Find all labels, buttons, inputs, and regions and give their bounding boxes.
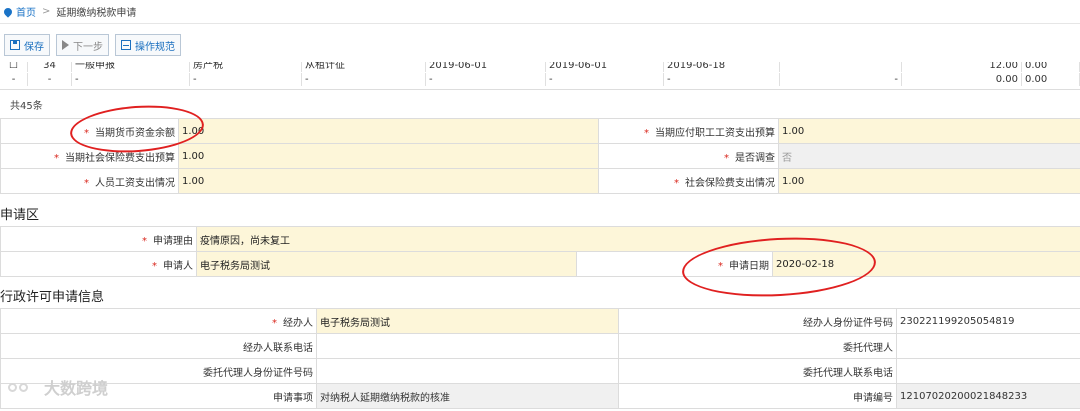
grid-cell: 一般申报 (72, 62, 190, 72)
breadcrumb: 首页 > 延期缴纳税款申请 (0, 0, 1080, 24)
grid-cell: 0.00 (1022, 73, 1080, 86)
handler-field[interactable]: 电子税务局测试 (316, 308, 619, 334)
grid-cell: - (426, 73, 546, 86)
grid-cell: 2019-06-01 (546, 62, 664, 72)
application-section-title: 申请区 (0, 208, 40, 223)
handler-id-label: 经办人身份证件号码 (618, 308, 897, 334)
agent-label: 委托代理人 (618, 333, 897, 359)
wage-budget-field[interactable]: 1.00 (778, 118, 1080, 144)
agent-field[interactable] (896, 333, 1080, 359)
grid-cell: 2019-06-18 (664, 62, 780, 72)
save-button[interactable]: 保存 (4, 34, 50, 56)
guide-icon (121, 40, 131, 50)
watermark-text: 大数跨境 (44, 379, 109, 398)
grid-cell: 2019-06-01 (426, 62, 546, 72)
save-button-label: 保存 (24, 41, 44, 53)
tax-data-grid[interactable]: ☐ 34 一般申报 房产税 从租计征 2019-06-01 2019-06-01… (0, 62, 1080, 90)
social-expense-field[interactable]: 1.00 (778, 168, 1080, 194)
grid-cell: - (72, 73, 190, 86)
breadcrumb-separator: > (42, 6, 51, 17)
grid-cell: 12.00 (902, 62, 1022, 72)
handler-phone-field[interactable] (316, 333, 619, 359)
grid-cell: - (302, 73, 426, 86)
wage-expense-field[interactable]: 1.00 (178, 168, 599, 194)
applicant-label: * 申请人 (0, 251, 197, 277)
social-budget-label: * 当期社会保险费支出预算 (0, 143, 179, 169)
application-form: * 申请理由 疫情原因，尚未复工 * 申请人 电子税务局测试 * 申请日期 2020-… (0, 226, 1080, 277)
breadcrumb-home[interactable]: 首页 (2, 4, 36, 19)
grid-cell: 0.00 (902, 73, 1022, 86)
apply-number-field: 12107020200021848233 (896, 383, 1080, 409)
grid-cell: 从租计征 (302, 62, 426, 72)
grid-cell: 0.00 (1022, 62, 1080, 72)
agent-phone-label: 委托代理人联系电话 (618, 358, 897, 384)
investigate-field: 否 (778, 143, 1080, 169)
next-step-button[interactable]: 下一步 (56, 34, 109, 56)
operation-guide-button[interactable]: 操作规范 (115, 34, 181, 56)
breadcrumb-current: 延期缴纳税款申请 (56, 8, 137, 19)
reason-field[interactable]: 疫情原因，尚未复工 (195, 226, 1080, 252)
reason-label: * 申请理由 (0, 226, 197, 252)
wage-expense-label: * 人员工资支出情况 (0, 168, 179, 194)
matter-field: 对纳税人延期缴纳税款的核准 (316, 383, 619, 409)
toolbar: 保存 下一步 操作规范 (0, 34, 181, 58)
table-row: ☐ 34 一般申报 房产税 从租计征 2019-06-01 2019-06-01… (0, 62, 1080, 72)
save-icon (10, 40, 20, 50)
handler-id-field: 230221199205054819 (896, 308, 1080, 334)
cash-balance-label: * 当期货币资金余额 (0, 118, 179, 144)
applicant-field[interactable]: 电子税务局测试 (196, 251, 577, 277)
operation-guide-button-label: 操作规范 (135, 41, 175, 53)
apply-date-label: * 申请日期 (576, 251, 773, 277)
admin-section-title: 行政许可申请信息 (0, 290, 105, 305)
grid-cell: - (780, 73, 902, 86)
grid-cell: - (0, 73, 28, 86)
apply-number-label: 申请编号 (618, 383, 897, 409)
grid-cell: - (190, 73, 302, 86)
breadcrumb-home-label[interactable]: 首页 (16, 4, 36, 19)
grid-cell: - (664, 73, 780, 86)
watermark-logo-icon (8, 376, 38, 398)
handler-phone-label: 经办人联系电话 (0, 333, 317, 359)
table-row: - - - - - - - - - 0.00 0.00 (0, 73, 1080, 86)
investigate-label: * 是否调查 (598, 143, 779, 169)
grid-cell: - (546, 73, 664, 86)
financial-info-form: * 当期货币资金余额 1.00 * 当期应付职工工资支出预算 1.00 * 当期社会保… (0, 118, 1080, 194)
next-step-button-label: 下一步 (73, 41, 103, 53)
admin-license-form: * 经办人 电子税务局测试 经办人身份证件号码 23022119920505481… (0, 308, 1080, 409)
agent-phone-field[interactable] (896, 358, 1080, 384)
watermark: 大数跨境 (8, 375, 108, 399)
location-pin-icon (2, 5, 14, 18)
grid-checkbox[interactable]: ☐ (0, 62, 28, 72)
grid-cell (780, 62, 902, 72)
grid-cell: - (28, 73, 72, 86)
agent-id-field[interactable] (316, 358, 619, 384)
record-count: 共45条 (10, 101, 43, 112)
wage-budget-label: * 当期应付职工工资支出预算 (598, 118, 779, 144)
play-icon (62, 40, 69, 50)
cash-balance-field[interactable]: 1.00 (178, 118, 599, 144)
grid-cell: 房产税 (190, 62, 302, 72)
grid-cell: 34 (28, 62, 72, 72)
apply-date-field[interactable]: 2020-02-18 (771, 251, 1080, 277)
social-budget-field[interactable]: 1.00 (178, 143, 599, 169)
handler-label: * 经办人 (0, 308, 317, 334)
social-expense-label: * 社会保险费支出情况 (598, 168, 779, 194)
